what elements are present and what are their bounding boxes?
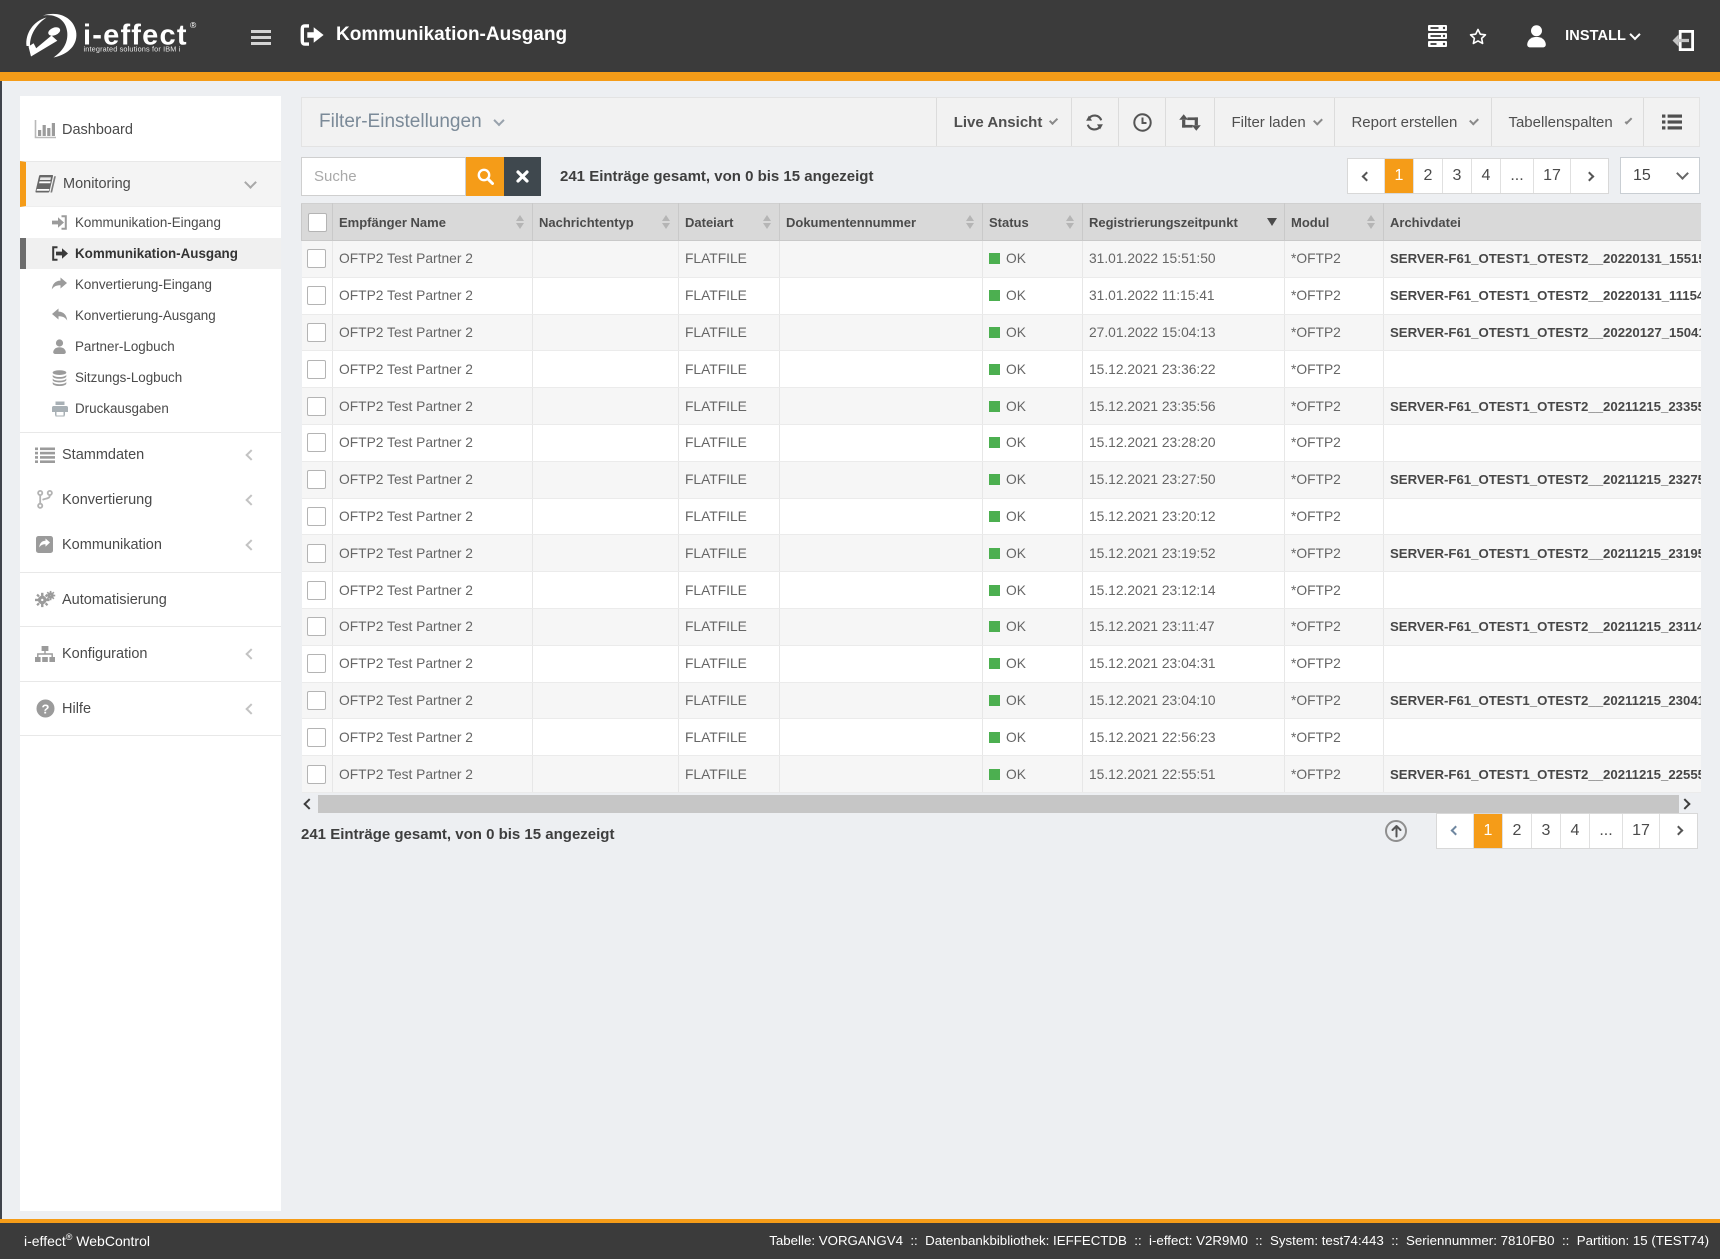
svg-text:integrated solutions for IBM i: integrated solutions for IBM i [84,45,181,54]
svg-text:®: ® [190,20,197,30]
svg-text:?: ? [41,701,49,716]
